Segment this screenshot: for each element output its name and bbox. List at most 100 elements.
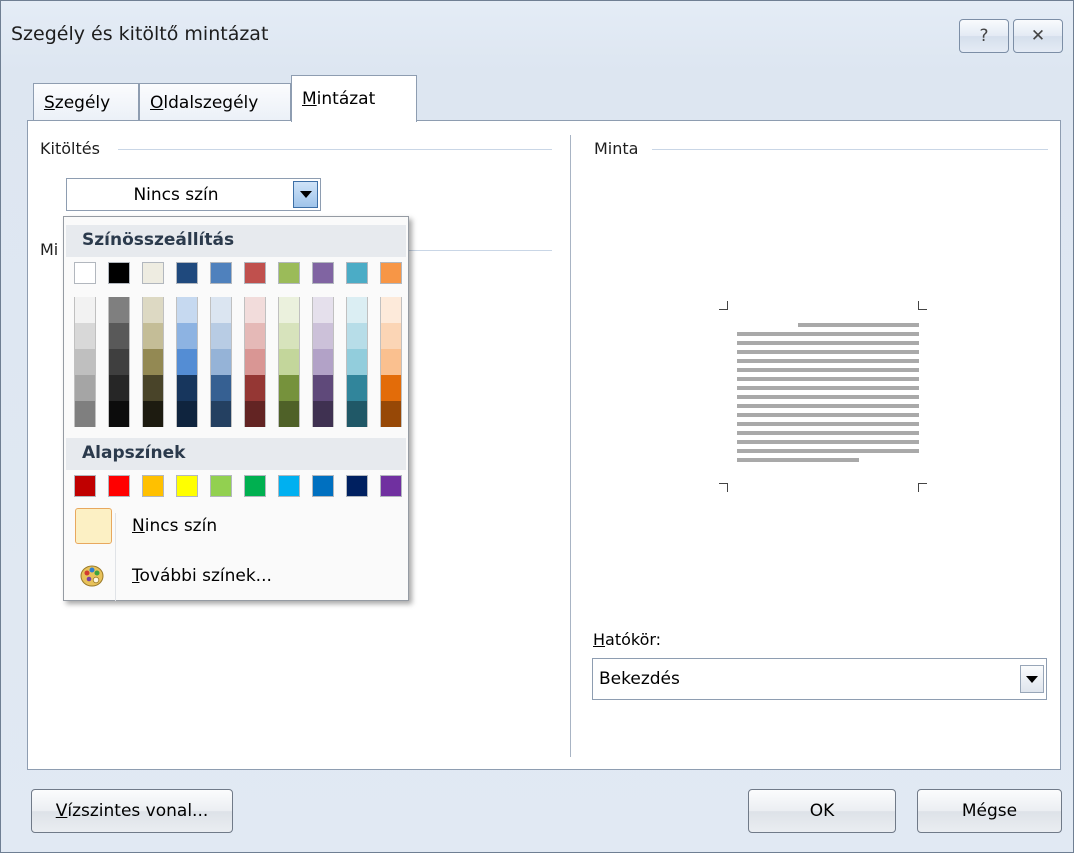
theme-shade-swatch[interactable] [347, 401, 367, 427]
close-icon: ✕ [1030, 26, 1046, 46]
close-button[interactable]: ✕ [1013, 19, 1063, 53]
theme-shade-swatch[interactable] [109, 375, 129, 401]
theme-color-swatch[interactable] [244, 262, 266, 284]
theme-shade-swatch[interactable] [109, 349, 129, 375]
theme-shade-swatch[interactable] [313, 323, 333, 349]
fill-dropdown-button[interactable] [293, 181, 318, 208]
theme-shade-swatch[interactable] [313, 349, 333, 375]
crop-mark-bottom-left [719, 483, 728, 492]
theme-shade-swatch[interactable] [313, 401, 333, 427]
theme-shade-swatch[interactable] [109, 401, 129, 427]
theme-shade-swatch[interactable] [75, 297, 95, 323]
theme-shade-swatch[interactable] [75, 349, 95, 375]
cancel-button[interactable]: Mégse [917, 789, 1062, 833]
theme-shade-swatch[interactable] [313, 297, 333, 323]
theme-color-swatch[interactable] [278, 262, 300, 284]
theme-shade-swatch[interactable] [211, 401, 231, 427]
preview-line [798, 323, 919, 327]
theme-shade-swatch[interactable] [245, 323, 265, 349]
theme-shade-swatch[interactable] [75, 375, 95, 401]
theme-shade-swatch[interactable] [177, 297, 197, 323]
theme-color-swatch[interactable] [312, 262, 334, 284]
theme-color-swatch[interactable] [74, 262, 96, 284]
theme-shade-swatch[interactable] [381, 297, 401, 323]
theme-shade-swatch[interactable] [279, 323, 299, 349]
theme-color-swatch[interactable] [346, 262, 368, 284]
tab-shading[interactable]: Mintázat [291, 75, 417, 122]
more-colors-item[interactable]: További színek... [66, 557, 406, 597]
theme-shade-swatch[interactable] [279, 349, 299, 375]
fill-color-dropdown[interactable]: Nincs szín [66, 178, 321, 211]
theme-shade-column [210, 297, 232, 427]
theme-shade-swatch[interactable] [211, 375, 231, 401]
theme-shade-swatch[interactable] [313, 375, 333, 401]
tab-page-border[interactable]: Oldalszegély [139, 83, 291, 121]
standard-color-swatch[interactable] [346, 475, 368, 497]
theme-color-swatch[interactable] [380, 262, 402, 284]
theme-color-swatch[interactable] [176, 262, 198, 284]
theme-shade-swatch[interactable] [347, 297, 367, 323]
theme-shade-swatch[interactable] [75, 323, 95, 349]
standard-color-swatch[interactable] [142, 475, 164, 497]
theme-shade-swatch[interactable] [211, 323, 231, 349]
theme-shade-swatch[interactable] [347, 375, 367, 401]
theme-shade-swatch[interactable] [143, 349, 163, 375]
preview-line [737, 359, 919, 363]
tab-borders[interactable]: Szegély [33, 83, 139, 121]
theme-shade-swatch[interactable] [211, 297, 231, 323]
standard-color-swatch[interactable] [380, 475, 402, 497]
theme-shade-swatch[interactable] [245, 375, 265, 401]
theme-shade-swatch[interactable] [143, 323, 163, 349]
theme-shade-swatch[interactable] [279, 375, 299, 401]
chevron-down-icon [1026, 675, 1038, 683]
theme-shade-swatch[interactable] [109, 323, 129, 349]
standard-color-swatch[interactable] [312, 475, 334, 497]
standard-color-swatch[interactable] [244, 475, 266, 497]
theme-shade-swatch[interactable] [279, 401, 299, 427]
theme-shade-swatch[interactable] [177, 349, 197, 375]
horizontal-line-button[interactable]: Vízszintes vonal... [31, 789, 233, 833]
standard-color-swatch[interactable] [210, 475, 232, 497]
theme-shade-swatch[interactable] [143, 375, 163, 401]
theme-shade-swatch[interactable] [177, 375, 197, 401]
fill-color-value: Nincs szín [133, 185, 219, 205]
theme-shade-swatch[interactable] [381, 401, 401, 427]
theme-color-swatch[interactable] [108, 262, 130, 284]
scope-dropdown-button[interactable] [1020, 665, 1044, 693]
preview-line [737, 377, 919, 381]
standard-color-swatch[interactable] [74, 475, 96, 497]
theme-shade-swatch[interactable] [381, 323, 401, 349]
theme-shade-swatch[interactable] [109, 297, 129, 323]
theme-color-swatch[interactable] [210, 262, 232, 284]
standard-color-swatch[interactable] [176, 475, 198, 497]
preview-line [737, 413, 919, 417]
theme-shade-column [176, 297, 198, 427]
theme-shade-column [312, 297, 334, 427]
standard-color-swatch[interactable] [108, 475, 130, 497]
theme-shade-swatch[interactable] [279, 297, 299, 323]
tab-shading-label: Mintázat [302, 89, 376, 109]
scope-dropdown[interactable]: Bekezdés [592, 658, 1047, 700]
theme-color-swatch[interactable] [142, 262, 164, 284]
theme-shade-swatch[interactable] [381, 349, 401, 375]
theme-shade-swatch[interactable] [177, 401, 197, 427]
theme-shade-swatch[interactable] [143, 297, 163, 323]
theme-shade-swatch[interactable] [211, 349, 231, 375]
ok-button[interactable]: OK [748, 789, 896, 833]
preview-area [718, 301, 948, 492]
theme-shade-column [244, 297, 266, 427]
no-color-item[interactable]: Nincs szín [66, 507, 406, 547]
theme-shade-swatch[interactable] [245, 401, 265, 427]
theme-shade-swatch[interactable] [347, 323, 367, 349]
theme-shade-swatch[interactable] [245, 349, 265, 375]
fill-group-line [118, 149, 552, 150]
theme-shade-swatch[interactable] [245, 297, 265, 323]
theme-shade-swatch[interactable] [381, 375, 401, 401]
question-icon: ? [979, 26, 989, 46]
theme-shade-swatch[interactable] [75, 401, 95, 427]
standard-color-swatch[interactable] [278, 475, 300, 497]
theme-shade-swatch[interactable] [143, 401, 163, 427]
help-button[interactable]: ? [959, 19, 1009, 53]
theme-shade-swatch[interactable] [347, 349, 367, 375]
theme-shade-swatch[interactable] [177, 323, 197, 349]
